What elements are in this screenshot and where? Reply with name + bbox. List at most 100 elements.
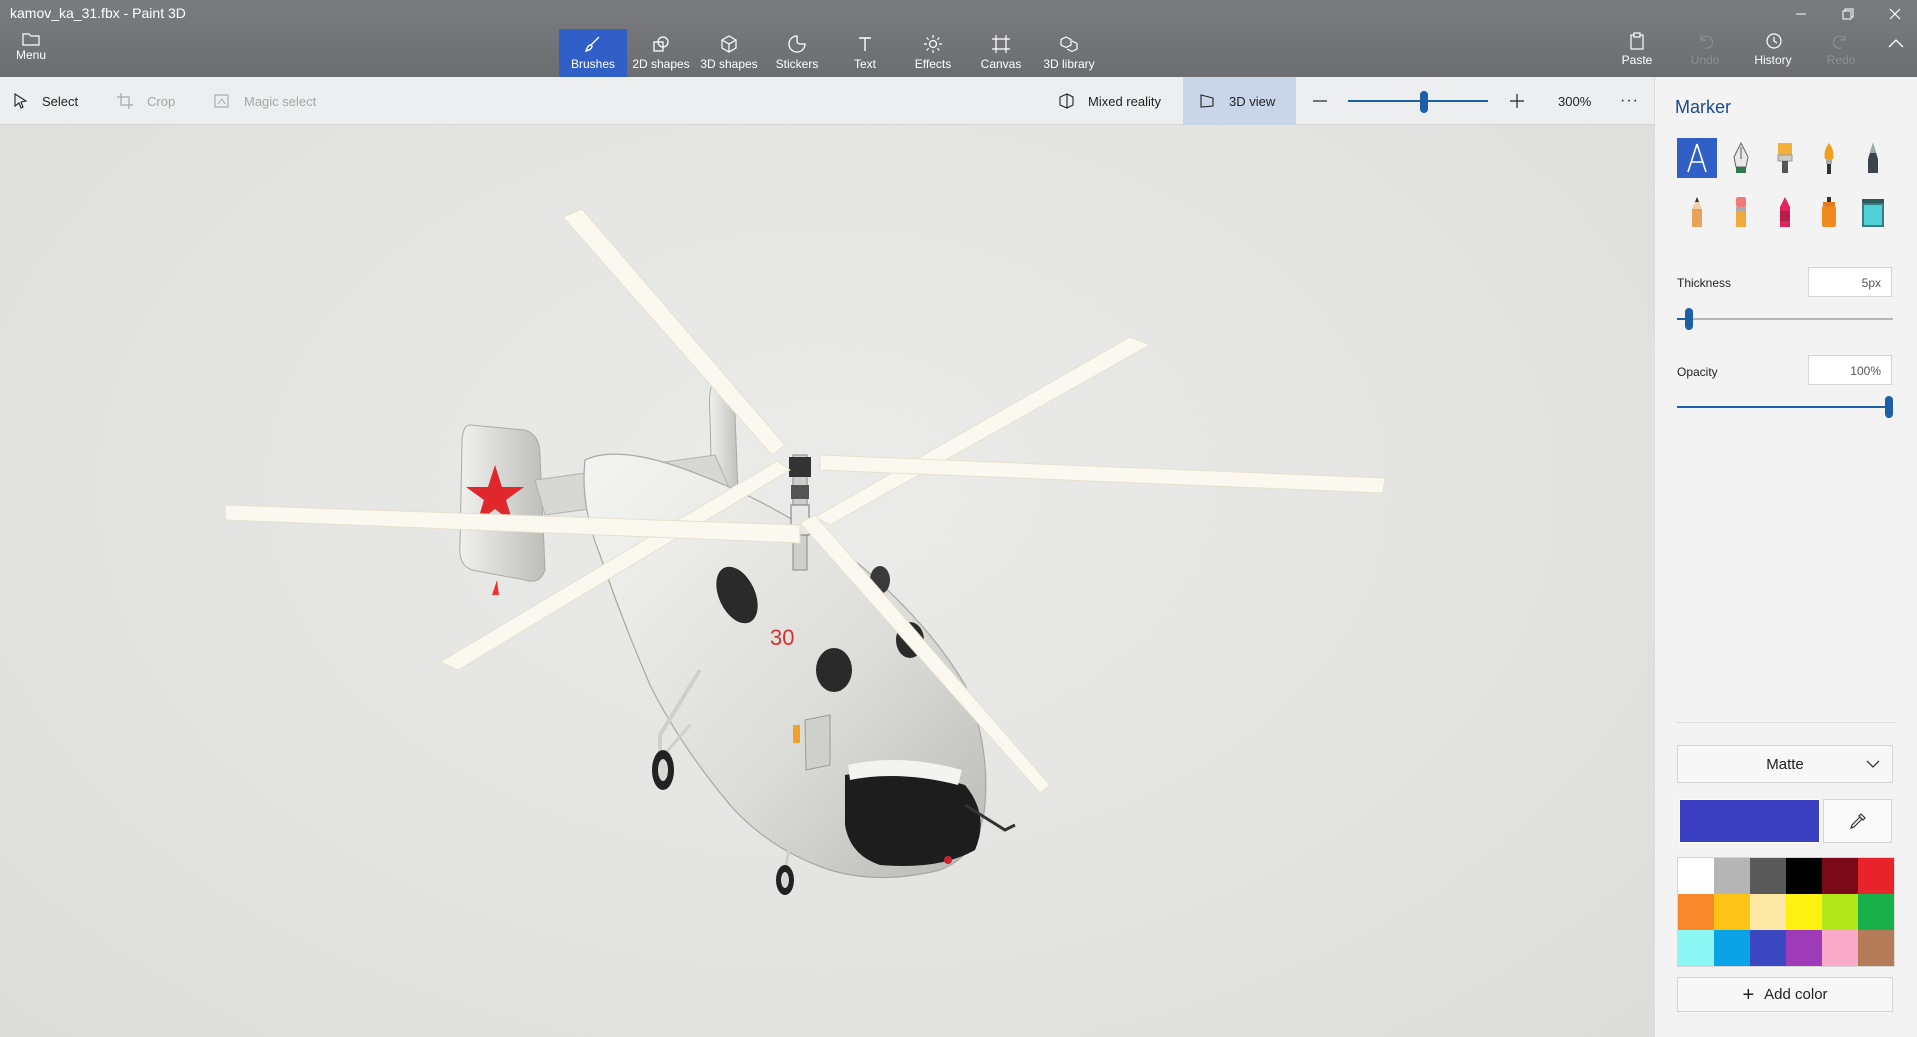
zoom-out-button[interactable] bbox=[1312, 77, 1342, 125]
color-swatch[interactable] bbox=[1750, 930, 1786, 966]
brush-oil[interactable] bbox=[1765, 138, 1805, 178]
color-swatch[interactable] bbox=[1858, 894, 1894, 930]
tab-label: Text bbox=[853, 57, 876, 71]
history-label: History bbox=[1754, 53, 1792, 67]
opacity-input[interactable]: 100% bbox=[1808, 355, 1892, 385]
redo-button[interactable]: Redo bbox=[1807, 32, 1875, 67]
brush-pencil[interactable] bbox=[1677, 192, 1717, 232]
watercolor-icon bbox=[1824, 143, 1834, 174]
plus-icon bbox=[1510, 94, 1524, 108]
tab-2d-shapes[interactable]: 2D shapes bbox=[627, 29, 695, 77]
minimize-button[interactable] bbox=[1779, 0, 1823, 28]
collapse-ribbon-button[interactable] bbox=[1875, 32, 1917, 67]
eyedropper-button[interactable] bbox=[1823, 799, 1892, 843]
close-icon bbox=[1889, 8, 1901, 20]
3d-library-icon bbox=[1060, 36, 1078, 53]
tab-label: 2D shapes bbox=[632, 57, 690, 71]
tab-3d-library[interactable]: 3D library bbox=[1035, 29, 1103, 77]
color-swatch[interactable] bbox=[1714, 930, 1750, 966]
undo-label: Undo bbox=[1690, 53, 1720, 67]
ribbon-tools: Brushes 2D shapes 3D shapes Stickers Tex… bbox=[559, 29, 1103, 77]
color-swatch[interactable] bbox=[1786, 894, 1822, 930]
thickness-input[interactable]: 5px bbox=[1808, 267, 1892, 297]
color-swatch[interactable] bbox=[1678, 858, 1714, 894]
brush-spray-can[interactable] bbox=[1809, 192, 1849, 232]
history-icon bbox=[1766, 33, 1782, 49]
current-color-swatch[interactable] bbox=[1679, 799, 1820, 843]
panel-divider bbox=[1677, 722, 1897, 723]
crop-button[interactable]: Crop bbox=[117, 77, 175, 125]
zoom-percent[interactable]: 300% bbox=[1558, 77, 1591, 125]
text-icon bbox=[859, 37, 871, 51]
color-swatch[interactable] bbox=[1714, 858, 1750, 894]
tab-effects[interactable]: Effects bbox=[899, 29, 967, 77]
brush-marker[interactable] bbox=[1677, 138, 1717, 178]
add-color-button[interactable]: + Add color bbox=[1677, 977, 1893, 1012]
color-swatch[interactable] bbox=[1750, 858, 1786, 894]
svg-text:30: 30 bbox=[770, 625, 794, 650]
brush-grid bbox=[1677, 138, 1893, 232]
mixed-reality-button[interactable]: Mixed reality bbox=[1058, 77, 1161, 125]
crop-icon bbox=[117, 93, 133, 109]
undo-button[interactable]: Undo bbox=[1671, 32, 1739, 67]
tab-canvas[interactable]: Canvas bbox=[967, 29, 1035, 77]
color-swatch[interactable] bbox=[1822, 894, 1858, 930]
calligraphy-pen-icon bbox=[1733, 141, 1749, 173]
brush-watercolor[interactable] bbox=[1809, 138, 1849, 178]
thickness-slider-thumb[interactable] bbox=[1685, 308, 1694, 330]
redo-icon bbox=[1833, 35, 1846, 49]
thickness-label: Thickness bbox=[1677, 276, 1732, 290]
select-label: Select bbox=[42, 93, 79, 109]
magic-select-icon bbox=[214, 94, 229, 108]
zoom-slider-track[interactable] bbox=[1348, 100, 1488, 102]
color-swatch[interactable] bbox=[1678, 894, 1714, 930]
color-swatch[interactable] bbox=[1714, 894, 1750, 930]
color-swatch[interactable] bbox=[1822, 858, 1858, 894]
more-options-button[interactable]: ··· bbox=[1620, 77, 1639, 125]
helicopter-model[interactable]: 30 bbox=[0, 125, 1654, 1037]
brush-icon bbox=[584, 36, 600, 53]
select-button[interactable]: Select bbox=[14, 77, 78, 125]
2d-shapes-icon bbox=[653, 36, 669, 52]
undo-icon bbox=[1700, 35, 1713, 49]
brush-crayon[interactable] bbox=[1765, 192, 1805, 232]
brush-eraser[interactable] bbox=[1721, 192, 1761, 232]
restore-button[interactable] bbox=[1826, 0, 1870, 28]
tab-brushes[interactable]: Brushes bbox=[559, 29, 627, 77]
minimize-icon bbox=[1796, 13, 1806, 15]
zoom-in-button[interactable] bbox=[1509, 77, 1539, 125]
color-palette bbox=[1677, 857, 1895, 967]
brush-calligraphy-pen[interactable] bbox=[1721, 138, 1761, 178]
color-swatch[interactable] bbox=[1786, 930, 1822, 966]
zoom-slider-thumb[interactable] bbox=[1420, 91, 1428, 113]
color-swatch[interactable] bbox=[1822, 930, 1858, 966]
color-swatch[interactable] bbox=[1858, 930, 1894, 966]
tab-3d-shapes[interactable]: 3D shapes bbox=[695, 29, 763, 77]
tab-stickers[interactable]: Stickers bbox=[763, 29, 831, 77]
title-ribbon-bar: kamov_ka_31.fbx - Paint 3D Menu Brushes … bbox=[0, 0, 1917, 77]
paste-button[interactable]: Paste bbox=[1603, 32, 1671, 67]
brush-pixel-pen[interactable] bbox=[1853, 138, 1893, 178]
3d-canvas[interactable]: 30 bbox=[0, 125, 1654, 1037]
finish-dropdown[interactable]: Matte bbox=[1677, 745, 1893, 783]
color-swatch[interactable] bbox=[1678, 930, 1714, 966]
tab-text[interactable]: Text bbox=[831, 29, 899, 77]
menu-button[interactable]: Menu bbox=[10, 32, 52, 62]
close-button[interactable] bbox=[1873, 0, 1917, 28]
thickness-slider-track[interactable] bbox=[1677, 318, 1893, 320]
color-swatch[interactable] bbox=[1786, 858, 1822, 894]
redo-label: Redo bbox=[1826, 53, 1856, 67]
menu-label: Menu bbox=[15, 48, 47, 62]
finish-value: Matte bbox=[1766, 755, 1804, 773]
color-swatch[interactable] bbox=[1858, 858, 1894, 894]
tab-label: Brushes bbox=[570, 57, 616, 71]
tab-label: Canvas bbox=[980, 57, 1022, 71]
3d-view-toggle[interactable]: 3D view bbox=[1183, 77, 1296, 125]
color-swatch[interactable] bbox=[1750, 894, 1786, 930]
folder-icon bbox=[22, 33, 40, 46]
brush-fill[interactable] bbox=[1853, 192, 1893, 232]
opacity-slider-thumb[interactable] bbox=[1885, 396, 1893, 418]
history-button[interactable]: History bbox=[1739, 32, 1807, 67]
effects-icon bbox=[924, 35, 942, 53]
magic-select-button[interactable]: Magic select bbox=[214, 77, 316, 125]
